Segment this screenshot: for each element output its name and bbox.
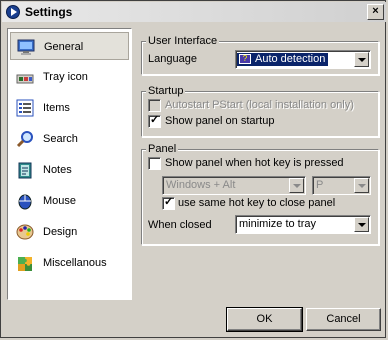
sidebar-item-mouse[interactable]: Mouse — [10, 187, 129, 215]
startup-group-title: Startup — [146, 85, 186, 97]
autostart-label: Autostart PStart (local installation onl… — [165, 99, 354, 111]
sidebar-item-search[interactable]: Search — [10, 125, 129, 153]
chevron-down-icon[interactable] — [354, 52, 369, 67]
hotkey-label: Show panel when hot key is pressed — [165, 157, 344, 169]
magnifier-icon — [16, 130, 34, 148]
language-flag-icon: ? — [239, 54, 251, 64]
settings-category-list: General Tray icon Items Search Notes Mou… — [7, 28, 132, 300]
sidebar-item-label: Items — [43, 102, 70, 114]
language-selected-value: ? Auto detection — [237, 53, 329, 66]
sidebar-item-label: Tray icon — [43, 71, 88, 83]
hotkey-modifier-value: Windows + Alt — [166, 179, 236, 191]
startup-group — [141, 91, 379, 137]
checkmark-icon: ✓ — [164, 196, 174, 208]
when-closed-label: When closed — [148, 219, 212, 231]
chevron-down-icon[interactable] — [354, 178, 369, 193]
show-panel-on-startup-label: Show panel on startup — [165, 115, 275, 127]
sidebar-item-label: Mouse — [43, 195, 77, 207]
tray-icon — [16, 68, 34, 86]
notes-icon — [16, 161, 34, 179]
show-panel-on-startup-checkbox[interactable]: ✓ — [148, 114, 161, 128]
when-closed-value: minimize to tray — [239, 218, 317, 230]
sidebar-item-design[interactable]: Design — [10, 218, 129, 246]
sidebar-item-label: Notes — [43, 164, 72, 176]
window-title: Settings — [25, 5, 73, 19]
hotkey-checkbox[interactable] — [148, 157, 161, 170]
checkmark-icon: ✓ — [150, 114, 160, 126]
sidebar-item-label: Miscellanous — [43, 257, 107, 269]
close-button[interactable]: × — [367, 4, 384, 20]
autostart-checkbox[interactable] — [148, 99, 161, 112]
user-interface-group-title: User Interface — [146, 35, 220, 47]
cancel-button[interactable]: Cancel — [306, 308, 381, 331]
sidebar-item-label: Design — [43, 226, 78, 238]
ok-button[interactable]: OK — [226, 307, 303, 332]
sidebar-item-miscellanous[interactable]: Miscellanous — [10, 249, 129, 277]
settings-window: Settings × General Tray icon Items Searc… — [0, 0, 386, 338]
when-closed-dropdown[interactable]: minimize to tray — [235, 215, 371, 234]
sidebar-item-items[interactable]: Items — [10, 94, 129, 122]
sidebar-item-general[interactable]: General — [10, 32, 129, 60]
palette-icon — [16, 223, 34, 241]
puzzle-icon — [16, 254, 34, 272]
panel-group-title: Panel — [146, 143, 179, 155]
pstart-app-icon — [6, 5, 20, 19]
sidebar-item-tray-icon[interactable]: Tray icon — [10, 63, 129, 91]
same-hotkey-label: use same hot key to close panel — [178, 197, 336, 209]
hotkey-key-dropdown[interactable]: P — [312, 176, 371, 195]
hotkey-modifier-dropdown[interactable]: Windows + Alt — [162, 176, 306, 195]
chevron-down-icon[interactable] — [289, 178, 304, 193]
title-bar[interactable]: Settings × — [2, 2, 386, 22]
sidebar-item-label: General — [44, 41, 84, 53]
list-icon — [16, 99, 34, 117]
hotkey-key-value: P — [316, 179, 324, 191]
chevron-down-icon[interactable] — [354, 217, 369, 232]
mouse-icon — [16, 192, 34, 210]
monitor-icon — [17, 38, 35, 56]
language-dropdown[interactable]: ? Auto detection — [235, 50, 371, 69]
language-label: Language — [148, 53, 197, 65]
sidebar-item-notes[interactable]: Notes — [10, 156, 129, 184]
same-hotkey-checkbox[interactable]: ✓ — [162, 196, 175, 210]
sidebar-item-label: Search — [43, 133, 78, 145]
